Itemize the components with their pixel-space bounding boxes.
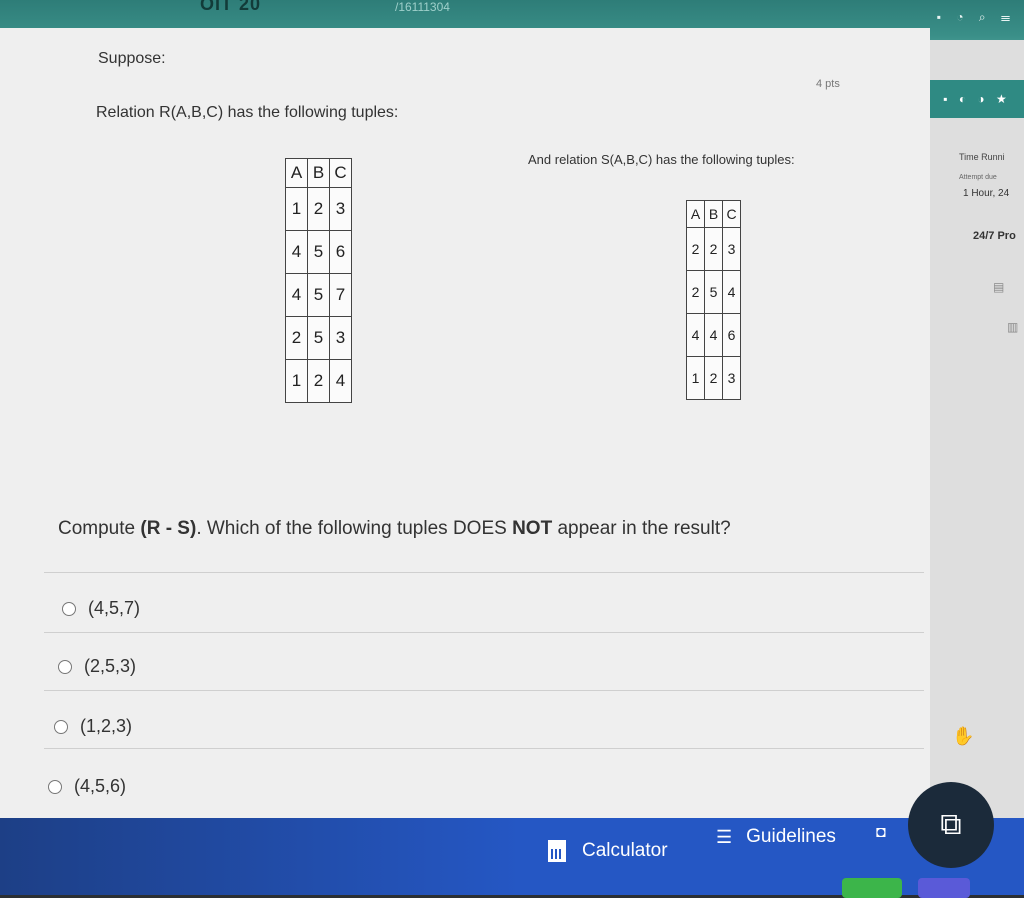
intro-text: Suppose: [98,50,166,67]
table-cell: 2 [686,227,705,271]
answer-label: (4,5,6) [74,776,127,796]
table-cell: 3 [722,356,741,400]
table-cell: 6 [722,313,741,357]
question-prompt: Compute (R - S). Which of the following … [58,518,731,540]
answer-label: (4,5,7) [88,598,141,618]
table-row: 2 5 3 [285,316,352,360]
right-side-panel: ▪ ◐ ◑ ★ Time Runni Attempt due 1 Hour, 2… [928,40,1024,820]
calculator-button[interactable]: Calculator [548,840,668,862]
table-cell: 5 [307,273,330,317]
text-scan-icon: ⧉ [940,808,962,841]
prompt-middle: . Which of the following tuples DOES [196,518,513,539]
option-divider [44,690,924,691]
table-cell: 4 [285,230,308,274]
support-label[interactable]: 24/7 Pro [973,230,1016,242]
course-code: OIT 20 [200,0,262,14]
time-remaining: 1 Hour, 24 [963,188,1010,199]
status-icons: ▪ ◔ ⌕ ☰ [936,10,1016,24]
table-cell: 7 [329,273,352,317]
text-scan-button[interactable]: ⧉ [908,782,994,868]
table-row: 1 2 4 [285,359,352,403]
table-header: C [329,158,352,188]
panel-toolbar[interactable]: ▪ ◐ ◑ ★ [929,80,1024,118]
table-row: 4 4 6 [686,313,741,357]
camera-icon[interactable]: ◘ [876,824,886,842]
relation-r-table: A B C 1 2 3 4 5 6 4 5 7 2 5 3 1 2 4 [285,158,352,403]
table-cell: 6 [329,230,352,274]
relation-s-table: A B C 2 2 3 2 5 4 4 4 6 1 2 3 [686,200,741,400]
option-divider [44,748,924,749]
prompt-not: NOT [512,518,553,539]
table-header: A [285,158,308,188]
document-icon[interactable]: ▤ [993,280,1004,294]
table-row: 2 2 3 [686,227,741,271]
prompt-prefix: Compute [58,518,141,539]
table-row: 2 5 4 [686,270,741,314]
table-cell: 1 [686,356,705,400]
calculator-icon [548,840,566,862]
list-icon: ☰ [716,826,733,847]
answer-label: (2,5,3) [84,656,137,676]
table-header: B [307,158,330,188]
question-sheet: 4 pts Suppose: Relation R(A,B,C) has the… [0,28,930,818]
table-cell: 4 [722,270,741,314]
table-header: A [686,200,705,228]
answer-option[interactable]: (2,5,3) [58,656,136,677]
attempt-due-label: Attempt due [959,174,997,181]
purple-indicator [918,878,970,898]
table-row: 1 2 3 [686,356,741,400]
guidelines-button[interactable]: ☰ Guidelines [716,826,836,848]
prompt-expression: (R - S) [140,518,197,539]
table-cell: 4 [704,313,723,357]
green-indicator [842,878,902,898]
radio-icon[interactable] [48,779,62,794]
timer-title: Time Runni [959,152,1005,162]
bottom-toolbar: Calculator ☰ Guidelines ◘ ⧉ [0,782,1024,898]
table-cell: 2 [704,227,723,271]
url-fragment: /16111304 [395,0,450,14]
relation-r-text: Relation R(A,B,C) has the following tupl… [96,104,399,121]
table-cell: 2 [285,316,308,360]
table-cell: 1 [285,187,308,231]
points-label: 4 pts [816,78,840,90]
calculator-label: Calculator [582,840,668,861]
answer-option[interactable]: (4,5,7) [62,598,140,619]
table-cell: 3 [722,227,741,271]
table-cell: 4 [285,273,308,317]
table-row: 1 2 3 [285,187,352,231]
table-row: 4 5 7 [285,273,352,317]
answer-option[interactable]: (1,2,3) [54,716,132,737]
table-header: B [704,200,723,228]
table-header: C [722,200,741,228]
answer-option[interactable]: (4,5,6) [48,776,126,797]
radio-icon[interactable] [58,659,72,674]
table-cell: 2 [307,187,330,231]
table-cell: 4 [686,313,705,357]
table-cell: 2 [704,356,723,400]
table-cell: 5 [307,316,330,360]
prompt-suffix: appear in the result? [552,518,731,539]
radio-icon[interactable] [62,601,76,616]
hand-icon: ✋ [952,726,975,746]
table-cell: 5 [704,270,723,314]
table-cell: 2 [307,359,330,403]
toolbar-shade [0,818,520,895]
table-cell: 5 [307,230,330,274]
table-row: 4 5 6 [285,230,352,274]
table-cell: 3 [329,316,352,360]
radio-icon[interactable] [54,719,68,734]
table-cell: 2 [686,270,705,314]
relation-s-text: And relation S(A,B,C) has the following … [528,152,795,167]
table-cell: 1 [285,359,308,403]
option-divider [44,572,924,573]
table-cell: 3 [329,187,352,231]
option-divider [44,632,924,633]
notes-icon[interactable]: ▥ [1007,320,1018,334]
answer-label: (1,2,3) [80,716,133,736]
guidelines-label: Guidelines [746,826,836,847]
table-cell: 4 [329,359,352,403]
